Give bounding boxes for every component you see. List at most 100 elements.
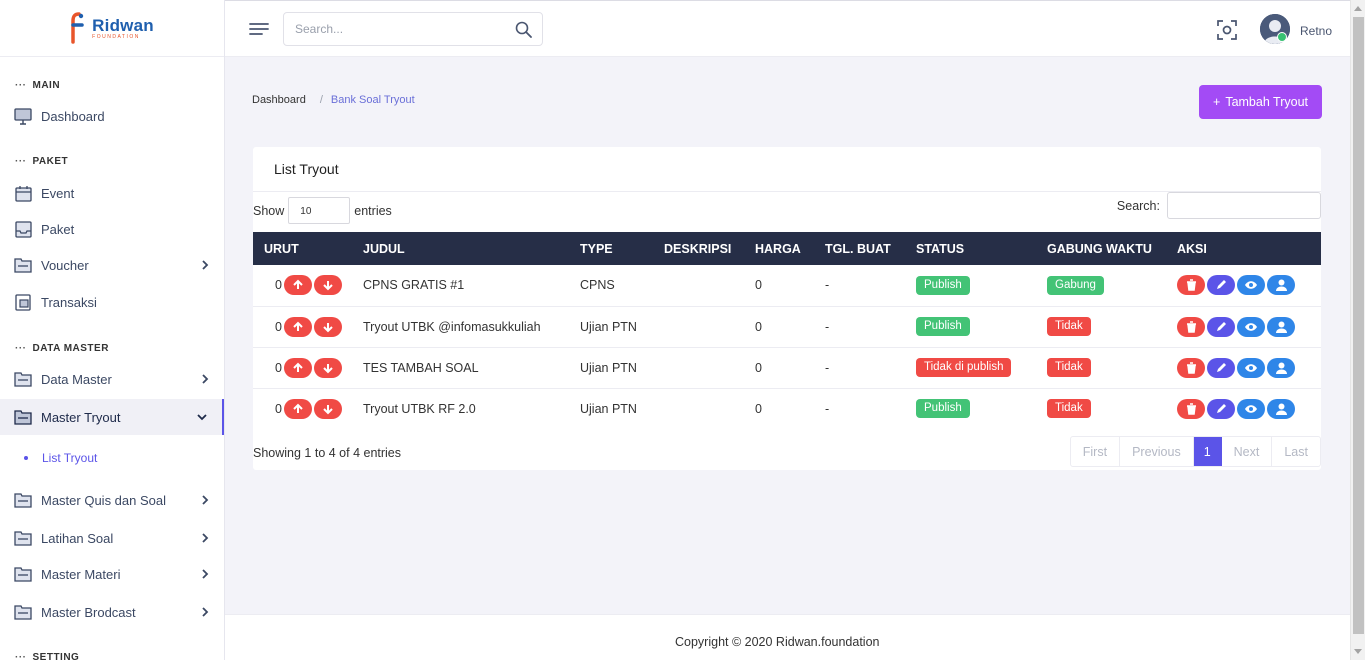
breadcrumb-home[interactable]: Dashboard: [252, 94, 306, 106]
move-down-button[interactable]: [313, 275, 342, 296]
cell-deskripsi: [653, 388, 744, 429]
table-search-input[interactable]: [1167, 192, 1321, 219]
view-button[interactable]: [1237, 275, 1265, 296]
page-next[interactable]: Next: [1222, 437, 1273, 466]
delete-button[interactable]: [1177, 316, 1205, 337]
view-button[interactable]: [1237, 357, 1265, 378]
participants-button[interactable]: [1267, 275, 1295, 296]
sidebar-item-master-brodcast[interactable]: Master Brodcast: [0, 594, 224, 630]
sidebar-item-event[interactable]: Event: [0, 175, 224, 211]
sidebar-item-voucher[interactable]: Voucher: [0, 247, 224, 283]
delete-button[interactable]: [1177, 357, 1205, 378]
chevron-right-icon: [202, 569, 209, 579]
sidebar-item-label: Data Master: [41, 371, 112, 387]
sidebar-item-master-quis[interactable]: Master Quis dan Soal: [0, 482, 224, 518]
page-scrollbar[interactable]: [1350, 0, 1365, 660]
sidebar-item-label: Dashboard: [41, 108, 105, 124]
monitor-icon: [14, 107, 32, 125]
plus-icon: +: [1213, 95, 1221, 109]
col-gabung-waktu[interactable]: GABUNG WAKTU: [1036, 232, 1166, 265]
sidebar-item-transaksi[interactable]: Transaksi: [0, 284, 224, 320]
entries-select[interactable]: 10: [288, 197, 351, 224]
sidebar-item-master-tryout[interactable]: Master Tryout: [0, 399, 224, 435]
participants-button[interactable]: [1267, 316, 1295, 337]
col-harga[interactable]: HARGA: [744, 232, 814, 265]
sidebar-item-latihan-soal[interactable]: Latihan Soal: [0, 520, 224, 556]
cell-deskripsi: [653, 347, 744, 388]
pencil-icon: [1217, 403, 1226, 413]
add-tryout-label: Tambah Tryout: [1225, 95, 1308, 109]
edit-button[interactable]: [1207, 275, 1235, 296]
top-header: Retno: [225, 0, 1350, 57]
brand-logo[interactable]: Ridwan FOUNDATION: [0, 0, 224, 57]
eye-icon: [1245, 405, 1257, 413]
move-up-button[interactable]: [283, 275, 312, 296]
folder-icon: [14, 529, 32, 547]
delete-button[interactable]: [1177, 398, 1205, 419]
move-down-button[interactable]: [313, 398, 342, 419]
sidebar-item-label: Latihan Soal: [41, 530, 114, 546]
cell-deskripsi: [653, 265, 744, 306]
delete-button[interactable]: [1177, 275, 1205, 296]
move-up-button[interactable]: [283, 398, 312, 419]
sidebar-item-data-master[interactable]: Data Master: [0, 361, 224, 397]
col-judul[interactable]: JUDUL: [352, 232, 569, 265]
page-previous[interactable]: Previous: [1120, 437, 1194, 466]
gabung-badge: Tidak: [1047, 358, 1091, 377]
chevron-right-icon: [202, 260, 209, 270]
sidebar: Ridwan FOUNDATION ··· MAIN Dashboard ··· P…: [0, 0, 225, 660]
scrollbar-thumb[interactable]: [1353, 17, 1364, 634]
sidebar-item-master-materi[interactable]: Master Materi: [0, 556, 224, 592]
page-last[interactable]: Last: [1272, 437, 1320, 466]
participants-button[interactable]: [1267, 398, 1295, 419]
col-aksi: AKSI: [1177, 241, 1207, 256]
move-up-button[interactable]: [283, 316, 312, 337]
add-tryout-button[interactable]: + Tambah Tryout: [1199, 85, 1322, 119]
col-tgl-buat[interactable]: TGL. BUAT: [814, 232, 905, 265]
sidebar-item-paket[interactable]: Paket: [0, 211, 224, 247]
eye-icon: [1245, 363, 1257, 372]
scroll-down-icon[interactable]: [1354, 649, 1362, 654]
chevron-right-icon: [202, 374, 209, 384]
sidebar-item-dashboard[interactable]: Dashboard: [0, 98, 224, 134]
sidebar-item-label: Master Tryout: [41, 409, 121, 425]
move-down-button[interactable]: [313, 316, 342, 337]
brand-name: Ridwan: [92, 15, 154, 35]
page-current[interactable]: 1: [1193, 437, 1222, 466]
copyright-text: Copyright © 2020 Ridwan.foundation: [675, 635, 880, 649]
breadcrumb-separator: /: [319, 94, 323, 106]
view-button[interactable]: [1237, 316, 1265, 337]
hamburger-menu-icon[interactable]: [249, 21, 269, 37]
online-status-icon: [1277, 32, 1287, 42]
arrow-down-icon: [323, 363, 333, 373]
search-input[interactable]: [284, 13, 494, 45]
col-status[interactable]: STATUS: [905, 232, 1036, 265]
col-type[interactable]: TYPE: [569, 232, 653, 265]
cell-tgl-buat: -: [825, 401, 830, 416]
gabung-badge: Tidak: [1047, 399, 1091, 419]
edit-button[interactable]: [1207, 316, 1235, 337]
edit-button[interactable]: [1207, 357, 1235, 378]
cell-harga: 0: [755, 278, 762, 293]
participants-button[interactable]: [1267, 357, 1295, 378]
table-row: 0 TES TAMBAH SOAL Ujian PTN 0 - Tidak di…: [253, 347, 1321, 388]
col-deskripsi[interactable]: DESKRIPSI: [653, 232, 744, 265]
chevron-right-icon: [202, 607, 209, 617]
search-icon[interactable]: [515, 21, 532, 38]
username[interactable]: Retno: [1300, 24, 1332, 38]
copy-icon: [14, 293, 32, 311]
move-up-button[interactable]: [283, 357, 312, 378]
page-first[interactable]: First: [1071, 437, 1121, 466]
folder-icon: [14, 603, 32, 621]
move-down-button[interactable]: [313, 357, 342, 378]
view-button[interactable]: [1237, 398, 1265, 419]
cell-type: Ujian PTN: [580, 401, 637, 416]
section-title-data-master: ··· DATA MASTER: [15, 343, 109, 354]
edit-button[interactable]: [1207, 398, 1235, 419]
fullscreen-scan-icon[interactable]: [1217, 20, 1237, 40]
col-urut[interactable]: URUT: [253, 232, 352, 265]
sidebar-item-label: Master Materi: [41, 566, 121, 582]
tryout-table: URUT JUDUL TYPE DESKRIPSI HARGA TGL. BUA…: [253, 232, 1321, 429]
sidebar-subitem-list-tryout[interactable]: List Tryout: [0, 445, 224, 471]
scroll-up-icon[interactable]: [1354, 6, 1362, 11]
